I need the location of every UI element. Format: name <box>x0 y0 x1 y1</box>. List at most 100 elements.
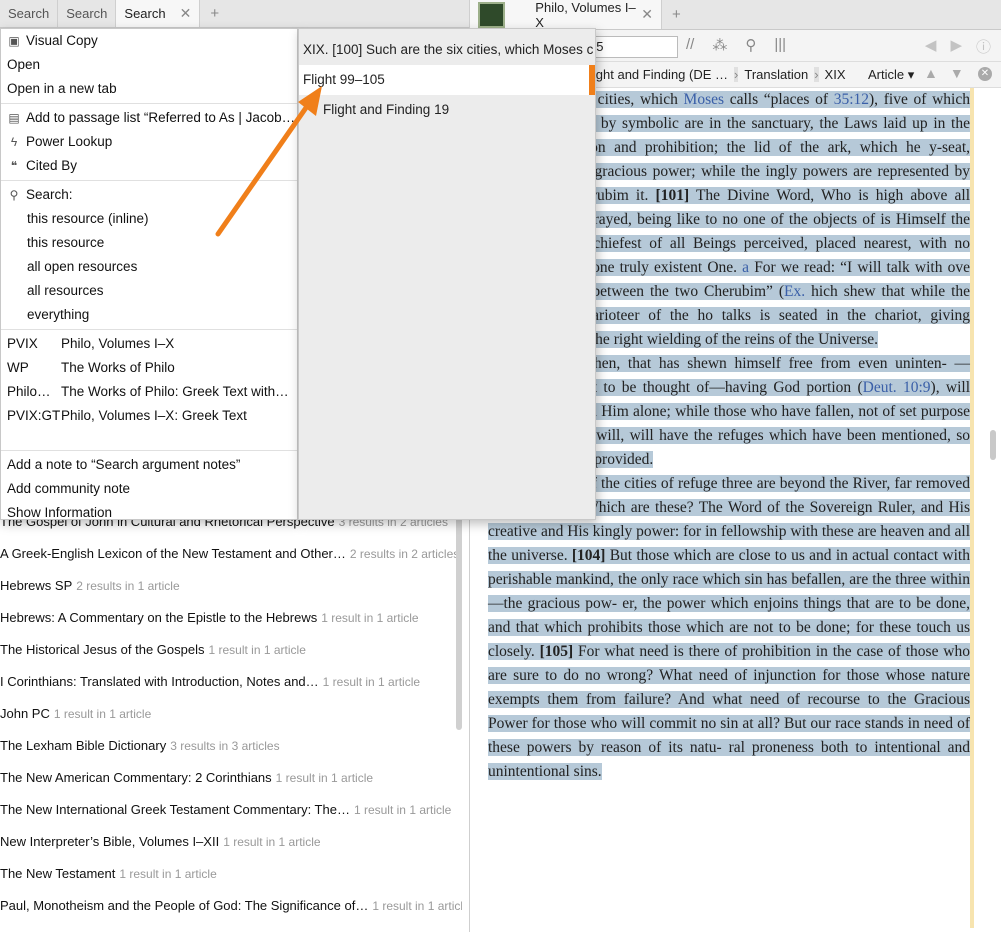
tab-label: Search <box>124 6 166 21</box>
result-title[interactable]: The Lexham Bible Dictionary <box>0 738 166 753</box>
menu-search-all[interactable]: all resources <box>1 279 297 303</box>
lightning-icon: ϟ <box>10 135 18 149</box>
text-run: For what need is there of prohibition in… <box>488 643 970 780</box>
menu-label: Power Lookup <box>26 134 113 149</box>
quote-icon: ❝ <box>10 159 18 173</box>
reference-submenu: XIX. [100] Such are the six cities, whic… <box>298 28 596 520</box>
result-row[interactable]: The New International Greek Testament Co… <box>0 798 462 830</box>
result-row[interactable]: Hebrews SP 2 results in 1 article <box>0 574 462 606</box>
section-number: [105] <box>539 643 574 660</box>
back-arrow-icon[interactable]: ◀ <box>925 36 937 57</box>
result-row[interactable]: The New American Commentary: 2 Corinthia… <box>0 766 462 798</box>
tab-search-1[interactable]: Search <box>0 0 59 27</box>
text-scrollbar[interactable] <box>990 430 996 460</box>
resource-abbr: WP <box>7 360 29 375</box>
search-icon[interactable]: ⚲ <box>745 36 756 54</box>
result-title[interactable]: Paul, Monotheism and the People of God: … <box>0 898 368 913</box>
breadcrumb-item[interactable]: XIX <box>825 67 846 82</box>
menu-resource-pvix[interactable]: PVIX Philo, Volumes I–X <box>1 332 297 356</box>
close-icon[interactable]: ✕ <box>180 5 192 22</box>
submenu-item-xix[interactable]: XIX. [100] Such are the six cities, whic… <box>299 35 595 65</box>
tab-search-3[interactable]: Search ✕ <box>116 0 201 27</box>
book-cover-icon <box>478 1 506 28</box>
result-title[interactable]: The New American Commentary: 2 Corinthia… <box>0 770 272 785</box>
result-title[interactable]: The Historical Jesus of the Gospels <box>0 642 204 657</box>
breadcrumb: light and Finding (DE … › Translation › XIX <box>590 67 846 82</box>
toolbar-icons: // ⁂ ⚲ ||| <box>686 36 786 54</box>
menu-visual-copy[interactable]: ▣ Visual Copy <box>1 29 297 53</box>
result-title[interactable]: The New International Greek Testament Co… <box>0 802 350 817</box>
result-title[interactable]: John PC <box>0 706 50 721</box>
divider <box>1 329 297 330</box>
forward-arrow-icon[interactable]: ▶ <box>950 36 962 57</box>
tab-label: Philo, Volumes I–X <box>535 0 636 30</box>
breadcrumb-item[interactable]: Translation <box>744 67 808 82</box>
menu-resource-philo-greek[interactable]: Philo… The Works of Philo: Greek Text wit… <box>1 380 297 404</box>
result-meta: 3 results in 3 articles <box>170 739 280 753</box>
result-meta: 1 result in 1 article <box>208 643 306 657</box>
result-row[interactable]: I Corinthians: Translated with Introduct… <box>0 670 462 702</box>
down-arrow-icon[interactable]: ▼ <box>950 65 964 81</box>
visual-filter-icon[interactable]: ⁂ <box>712 36 727 54</box>
result-row[interactable]: Hebrews: A Commentary on the Epistle to … <box>0 606 462 638</box>
search-icon: ⚲ <box>9 188 19 202</box>
result-row[interactable]: Paul, Monotheism and the People of God: … <box>0 894 462 926</box>
submenu-item-flight-finding[interactable]: Flight and Finding 19 <box>299 95 595 125</box>
parallel-icon[interactable]: // <box>686 36 694 54</box>
tab-search-2[interactable]: Search <box>58 0 117 27</box>
menu-open[interactable]: Open <box>1 53 297 77</box>
reference-link[interactable]: Moses <box>684 91 724 108</box>
result-meta: 2 results in 1 article <box>76 579 180 593</box>
menu-search-everything[interactable]: everything <box>1 303 297 327</box>
resource-name: The Works of Philo <box>61 360 175 375</box>
result-row[interactable]: John PC 1 result in 1 article <box>0 702 462 734</box>
menu-label: Search: <box>26 187 73 202</box>
text-run: calls “places of <box>724 91 834 108</box>
reference-link[interactable]: 35:12 <box>834 91 869 108</box>
result-meta: 2 results in 2 articles <box>349 547 460 561</box>
add-tab-button[interactable]: + <box>200 0 229 27</box>
info-icon[interactable]: ⓘ <box>976 36 991 57</box>
result-row[interactable]: The New Testament 1 result in 1 article <box>0 862 462 894</box>
menu-add-note[interactable]: Add a note to “Search argument notes” <box>1 453 297 477</box>
annotation-arrow <box>215 86 322 237</box>
add-tab-button[interactable]: + <box>662 0 691 29</box>
menu-resource-wp[interactable]: WP The Works of Philo <box>1 356 297 380</box>
breadcrumb-item[interactable]: light and Finding (DE … <box>590 67 728 82</box>
result-meta: 1 result in 1 article <box>53 707 152 721</box>
menu-search-open[interactable]: all open resources <box>1 255 297 279</box>
result-title[interactable]: I Corinthians: Translated with Introduct… <box>0 674 319 689</box>
tab-philo[interactable]: Philo, Volumes I–X ✕ <box>470 0 662 30</box>
columns-icon[interactable]: ||| <box>774 36 786 54</box>
result-meta: 1 result in 1 article <box>322 675 421 689</box>
resource-abbr: PVIX <box>7 336 38 351</box>
resource-name: Philo, Volumes I–X: Greek Text <box>61 408 247 423</box>
menu-community-note[interactable]: Add community note <box>1 477 297 501</box>
reference-link[interactable]: Deut. 10:9 <box>863 379 931 396</box>
article-dropdown[interactable]: Article ▾ <box>868 67 914 83</box>
menu-label: Visual Copy <box>26 33 98 48</box>
result-meta: 1 result in 1 article <box>119 867 217 881</box>
result-title[interactable]: Hebrews SP <box>0 578 72 593</box>
result-title[interactable]: A Greek-English Lexicon of the New Testa… <box>0 546 346 561</box>
camera-icon: ▣ <box>8 34 20 48</box>
result-row[interactable]: A Greek-English Lexicon of the New Testa… <box>0 542 462 574</box>
close-icon[interactable]: ✕ <box>641 6 653 23</box>
up-arrow-icon[interactable]: ▲ <box>924 65 938 81</box>
resource-name: The Works of Philo: Greek Text with… <box>61 384 289 399</box>
result-row[interactable]: The Lexham Bible Dictionary 3 results in … <box>0 734 462 766</box>
close-icon[interactable]: ✕ <box>978 67 992 81</box>
result-title[interactable]: New Interpreter’s Bible, Volumes I–XII <box>0 834 219 849</box>
result-row[interactable]: New Interpreter’s Bible, Volumes I–XII 1 … <box>0 830 462 862</box>
result-title[interactable]: Hebrews: A Commentary on the Epistle to … <box>0 610 317 625</box>
highlighted-text[interactable]: [103] Now of the cities of refuge three … <box>488 475 970 780</box>
menu-show-info[interactable]: Show Information <box>1 501 297 525</box>
menu-resource-pvix-gt[interactable]: PVIX:GT Philo, Volumes I–X: Greek Text <box>1 404 297 428</box>
left-tab-bar: Search Search Search ✕ + <box>0 0 469 28</box>
result-row[interactable]: The Historical Jesus of the Gospels 1 res… <box>0 638 462 670</box>
tab-label: Search <box>66 6 108 21</box>
tab-label: Search <box>8 6 50 21</box>
reference-link[interactable]: Ex. <box>784 283 805 300</box>
submenu-item-flight[interactable]: Flight 99–105 <box>299 65 595 95</box>
result-title[interactable]: The New Testament <box>0 866 115 881</box>
